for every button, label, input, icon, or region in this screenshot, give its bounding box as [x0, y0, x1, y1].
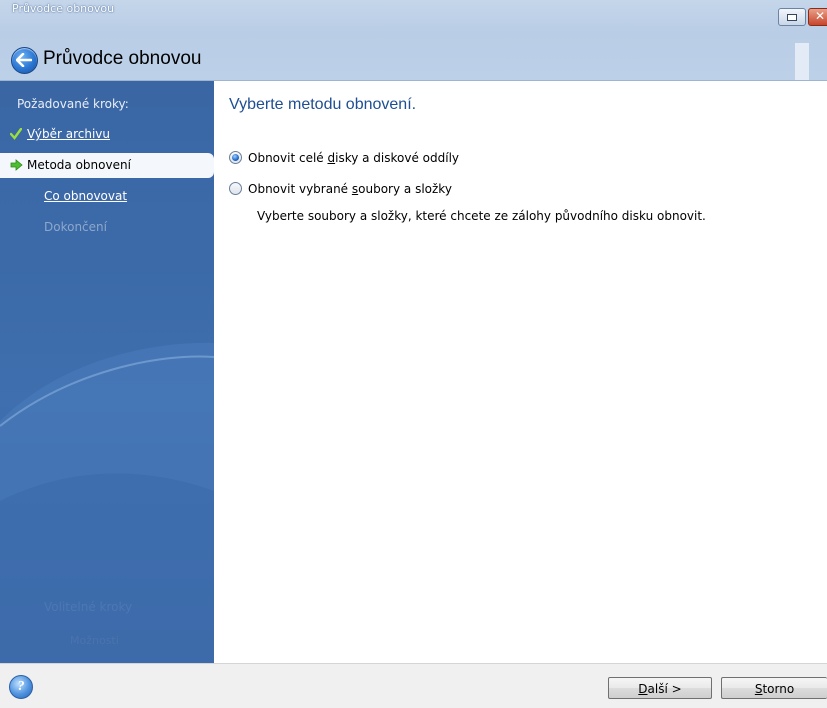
sidebar-step-label: Dokončení: [44, 220, 107, 234]
sidebar-step-archive-selection[interactable]: Výběr archivu: [0, 123, 214, 147]
back-arrow-icon: [16, 53, 32, 67]
window-title: Průvodce obnovou: [12, 2, 115, 15]
minimize-icon: [787, 14, 797, 21]
close-button[interactable]: ✕: [808, 8, 827, 26]
sidebar-step-label: Metoda obnovení: [27, 158, 131, 172]
page-title: Vyberte metodu obnovení.: [229, 96, 417, 113]
green-arrow-icon: [10, 159, 23, 171]
sidebar-step-options: Možnosti: [70, 634, 119, 647]
close-icon: ✕: [815, 9, 826, 23]
help-icon[interactable]: ?: [9, 675, 33, 699]
radio-button[interactable]: [229, 182, 242, 195]
sidebar-step-finish: Dokončení: [0, 216, 214, 240]
radio-label: Obnovit celé disky a diskové oddíly: [248, 151, 460, 165]
minimize-button[interactable]: [778, 8, 806, 26]
radio-label: Obnovit vybrané soubory a složky: [248, 182, 452, 196]
footer-bar: ? Další > Storno: [0, 663, 827, 708]
next-button[interactable]: Další >: [608, 677, 712, 699]
sidebar-step-label: Výběr archivu: [27, 127, 111, 141]
back-button[interactable]: [11, 47, 38, 74]
sidebar-step-label: Co obnovovat: [44, 189, 128, 203]
sidebar-step-what-to-recover[interactable]: Co obnovovat: [0, 185, 214, 209]
wizard-title: Průvodce obnovou: [43, 48, 202, 69]
required-steps-heading: Požadované kroky:: [17, 97, 129, 111]
cancel-button[interactable]: Storno: [721, 677, 827, 699]
title-strip: [795, 43, 809, 80]
checkmark-icon: [10, 128, 22, 140]
title-bar: Průvodce obnovou ✕ Průvodce obnovou: [0, 0, 827, 81]
steps-sidebar: Požadované kroky: Výběr archivu Metoda o…: [0, 81, 214, 663]
radio-button-selected[interactable]: [229, 151, 242, 164]
option-description: Vyberte soubory a složky, které chcete z…: [257, 209, 706, 223]
sidebar-step-recovery-method[interactable]: Metoda obnovení: [0, 153, 214, 178]
optional-steps-heading: Volitelné kroky: [44, 600, 133, 614]
